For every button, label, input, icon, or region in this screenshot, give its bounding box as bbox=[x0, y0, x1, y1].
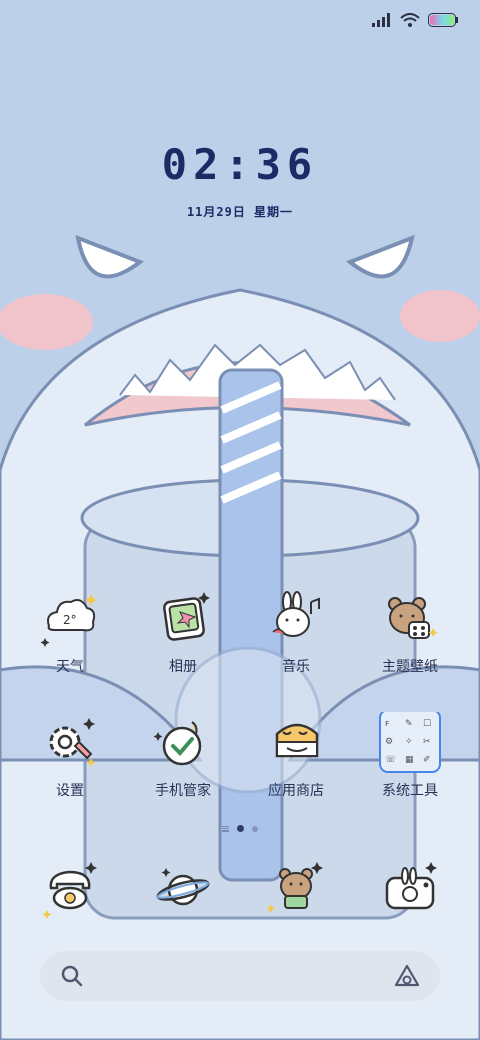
app-label: 设置 bbox=[56, 783, 84, 799]
svg-text:☐: ☐ bbox=[423, 719, 431, 729]
app-weather[interactable]: 2° 天气 bbox=[15, 588, 125, 676]
messages-bear-icon bbox=[266, 862, 323, 913]
app-store-icon bbox=[275, 723, 319, 758]
music-bunny-icon bbox=[272, 591, 320, 637]
app-gallery[interactable]: 相册 bbox=[128, 588, 238, 676]
page-indicator[interactable] bbox=[0, 825, 480, 832]
app-store[interactable]: 应用商店 bbox=[241, 712, 351, 800]
dock-camera[interactable] bbox=[355, 858, 465, 920]
app-settings[interactable]: 设置 bbox=[15, 712, 125, 800]
app-label: 天气 bbox=[56, 659, 84, 675]
svg-text:✐: ✐ bbox=[423, 755, 431, 765]
clock-date[interactable]: 11月29日 星期一 bbox=[0, 203, 480, 220]
phone-icon bbox=[42, 862, 97, 919]
wifi-icon bbox=[400, 13, 420, 27]
dock-browser[interactable] bbox=[128, 858, 238, 920]
clock-time[interactable]: 02:36 bbox=[0, 140, 480, 189]
svg-text:ꜰ: ꜰ bbox=[385, 719, 389, 729]
system-tools-folder-icon: ꜰ ✎ ☐ ⚙ ✧ ✂ ☏ ▦ ✐ bbox=[379, 712, 441, 773]
app-label: 相册 bbox=[169, 659, 197, 675]
dock-phone[interactable] bbox=[15, 858, 125, 920]
app-label: 主题壁纸 bbox=[382, 659, 438, 675]
app-music[interactable]: 音乐 bbox=[241, 588, 351, 676]
svg-text:☏: ☏ bbox=[385, 755, 396, 765]
dock-messages[interactable] bbox=[241, 858, 351, 920]
app-label: 音乐 bbox=[282, 659, 310, 675]
weather-cloud-icon: 2° bbox=[40, 594, 97, 647]
app-label: 系统工具 bbox=[382, 783, 438, 799]
app-security[interactable]: 手机管家 bbox=[128, 712, 238, 800]
browser-planet-icon bbox=[156, 868, 210, 906]
folder-system-tools[interactable]: ꜰ ✎ ☐ ⚙ ✧ ✂ ☏ ▦ ✐ 系统工具 bbox=[355, 712, 465, 800]
assistant-icon[interactable] bbox=[394, 964, 420, 988]
svg-text:2°: 2° bbox=[63, 613, 77, 627]
svg-text:✎: ✎ bbox=[405, 719, 413, 729]
gallery-icon bbox=[163, 592, 210, 641]
svg-text:▦: ▦ bbox=[405, 755, 414, 765]
search-bar[interactable] bbox=[40, 951, 440, 1001]
page-dot-active bbox=[237, 825, 244, 832]
app-theme[interactable]: 主题壁纸 bbox=[355, 588, 465, 676]
theme-bear-icon bbox=[388, 597, 438, 639]
svg-text:✂: ✂ bbox=[423, 737, 431, 747]
svg-text:⚙: ⚙ bbox=[385, 737, 393, 747]
app-label: 应用商店 bbox=[268, 783, 324, 799]
search-icon[interactable] bbox=[60, 964, 84, 988]
app-label: 手机管家 bbox=[155, 783, 211, 799]
battery-icon bbox=[428, 13, 458, 27]
camera-bunny-icon bbox=[385, 862, 437, 910]
signal-icon bbox=[372, 13, 390, 27]
page-list-indicator bbox=[222, 825, 229, 832]
security-shield-icon bbox=[153, 721, 202, 766]
svg-text:✧: ✧ bbox=[405, 737, 413, 747]
status-bar bbox=[372, 10, 458, 30]
page-dot bbox=[252, 825, 258, 832]
gear-icon bbox=[49, 718, 96, 767]
